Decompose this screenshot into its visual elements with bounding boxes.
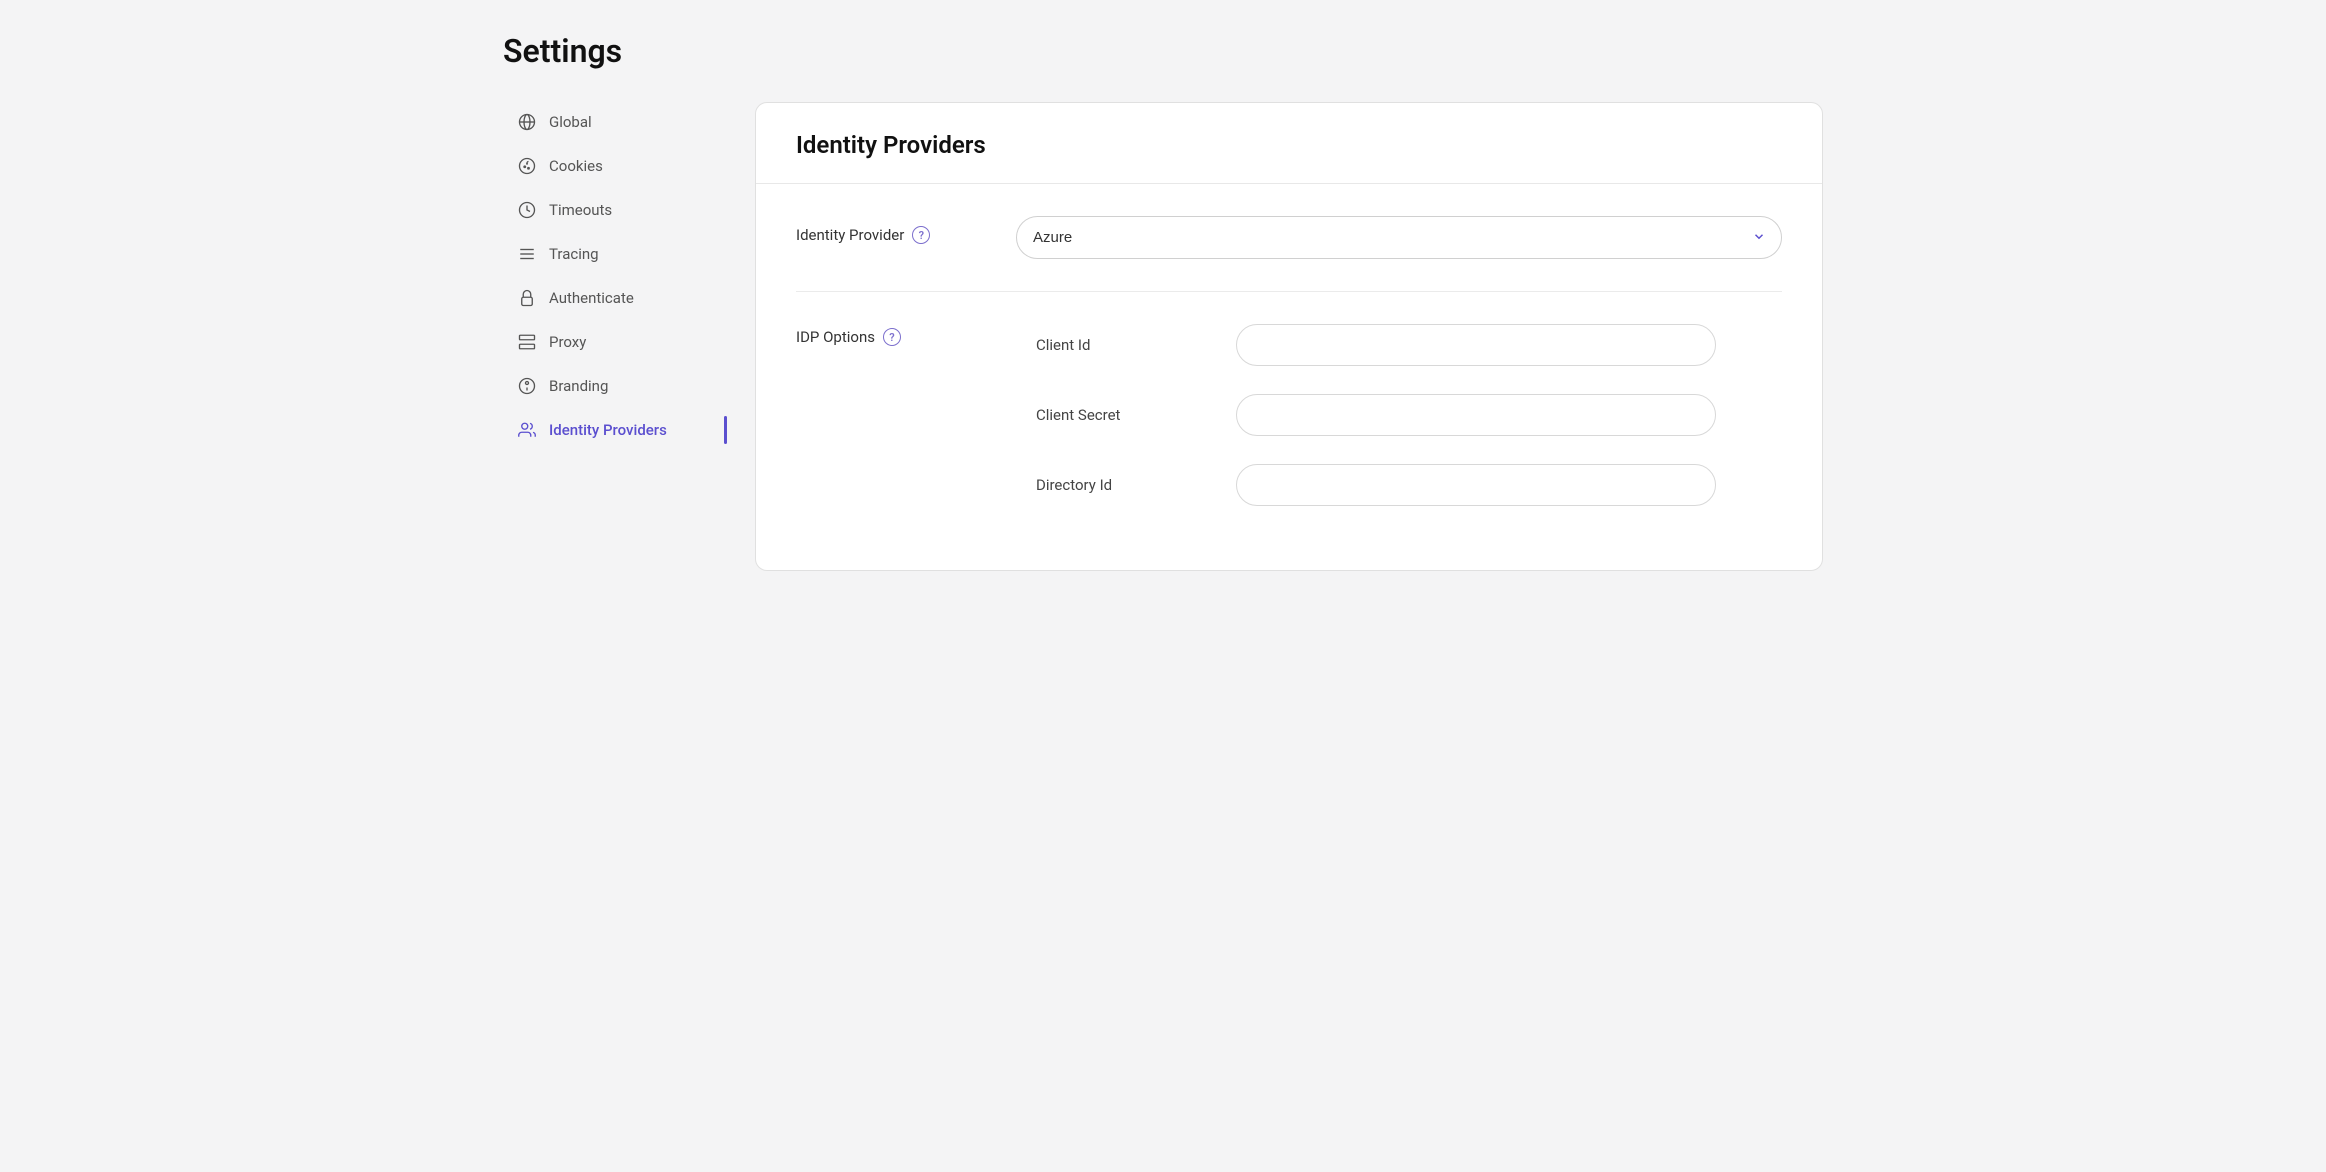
identity-provider-input-group: Azure Google Okta Auth0 SAML <box>1016 216 1782 259</box>
clock-icon <box>517 200 537 220</box>
content-body: Identity Provider ? Azure Google Okta Au… <box>756 184 1822 570</box>
identity-provider-help-icon[interactable]: ? <box>912 226 930 244</box>
client-secret-input[interactable] <box>1236 394 1716 436</box>
sidebar: Global Cookies <box>503 102 723 571</box>
idp-options-help-icon[interactable]: ? <box>883 328 901 346</box>
sidebar-label-identity-providers: Identity Providers <box>549 421 667 439</box>
sidebar-label-cookies: Cookies <box>549 157 603 175</box>
sidebar-item-timeouts[interactable]: Timeouts <box>503 190 723 230</box>
sidebar-label-timeouts: Timeouts <box>549 201 612 219</box>
idp-options-section: IDP Options ? Client Id <box>796 324 1782 538</box>
identity-provider-label: Identity Provider <box>796 226 904 244</box>
sidebar-item-branding[interactable]: Branding <box>503 366 723 406</box>
client-id-input-wrapper <box>1236 324 1716 366</box>
globe-icon <box>517 112 537 132</box>
sidebar-item-authenticate[interactable]: Authenticate <box>503 278 723 318</box>
client-secret-row: Client Secret <box>1036 394 1782 436</box>
idp-options-label-group: IDP Options ? <box>796 324 976 346</box>
identity-provider-select[interactable]: Azure Google Okta Auth0 SAML <box>1016 216 1782 259</box>
sidebar-label-proxy: Proxy <box>549 333 586 351</box>
sidebar-label-tracing: Tracing <box>549 245 599 263</box>
sidebar-item-cookies[interactable]: Cookies <box>503 146 723 186</box>
client-id-input[interactable] <box>1236 324 1716 366</box>
sidebar-item-global[interactable]: Global <box>503 102 723 142</box>
idp-options-label: IDP Options <box>796 328 875 346</box>
idp-options-fields: Client Id Client Secret <box>1036 324 1782 506</box>
directory-id-input-wrapper <box>1236 464 1716 506</box>
lock-icon <box>517 288 537 308</box>
users-icon <box>517 420 537 440</box>
page-title: Settings <box>503 32 1823 70</box>
identity-provider-field-row: Identity Provider ? Azure Google Okta Au… <box>796 216 1782 259</box>
idp-options-layout: IDP Options ? Client Id <box>796 324 1782 506</box>
content-title: Identity Providers <box>796 131 1782 159</box>
identity-provider-select-wrapper: Azure Google Okta Auth0 SAML <box>1016 216 1782 259</box>
content-header: Identity Providers <box>756 103 1822 184</box>
cookies-icon <box>517 156 537 176</box>
tag-icon <box>517 376 537 396</box>
list-icon <box>517 244 537 264</box>
client-id-row: Client Id <box>1036 324 1782 366</box>
directory-id-row: Directory Id <box>1036 464 1782 506</box>
sidebar-label-global: Global <box>549 113 592 131</box>
sidebar-item-identity-providers[interactable]: Identity Providers <box>503 410 723 450</box>
sidebar-item-proxy[interactable]: Proxy <box>503 322 723 362</box>
content-panel: Identity Providers Identity Provider ? <box>755 102 1823 571</box>
client-id-label: Client Id <box>1036 336 1236 354</box>
server-icon <box>517 332 537 352</box>
sidebar-label-authenticate: Authenticate <box>549 289 634 307</box>
client-secret-label: Client Secret <box>1036 406 1236 424</box>
client-secret-input-wrapper <box>1236 394 1716 436</box>
sidebar-item-tracing[interactable]: Tracing <box>503 234 723 274</box>
sidebar-label-branding: Branding <box>549 377 608 395</box>
identity-provider-section: Identity Provider ? Azure Google Okta Au… <box>796 216 1782 292</box>
directory-id-label: Directory Id <box>1036 476 1236 494</box>
directory-id-input[interactable] <box>1236 464 1716 506</box>
identity-provider-label-group: Identity Provider ? <box>796 216 976 244</box>
idp-sub-fields: Client Id Client Secret <box>1036 324 1782 506</box>
